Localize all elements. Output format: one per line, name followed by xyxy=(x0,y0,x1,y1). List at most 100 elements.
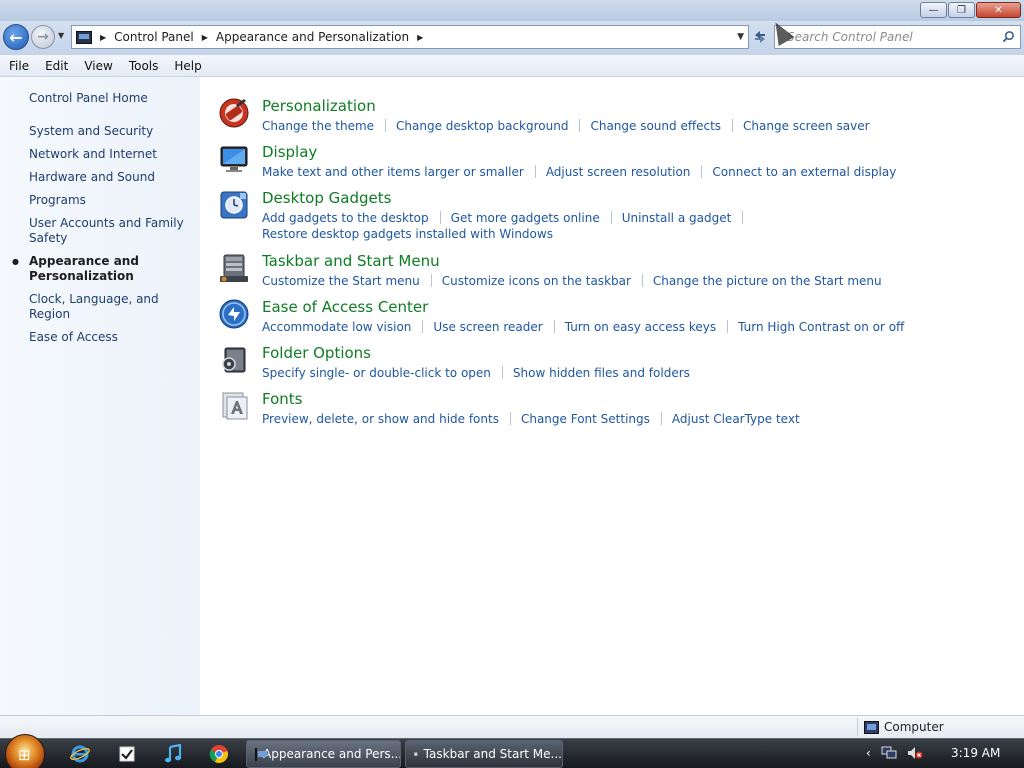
windows-logo-icon: ⊞ xyxy=(18,746,31,764)
task-link[interactable]: Uninstall a gadget xyxy=(622,211,732,225)
title-bar: — ❐ ✕ xyxy=(0,0,1024,21)
breadcrumb-arrow-icon[interactable]: ▶ xyxy=(202,33,208,42)
sidebar-item-clock-language[interactable]: Clock, Language, and Region xyxy=(29,292,194,322)
link-separator xyxy=(701,165,703,178)
task-link[interactable]: Change desktop background xyxy=(396,119,568,133)
fonts-icon[interactable] xyxy=(218,390,250,422)
tasks-pin[interactable] xyxy=(115,742,139,766)
internet-explorer-icon xyxy=(70,745,90,763)
category-list: System and Security Network and Internet… xyxy=(12,124,194,353)
task-link[interactable]: Change sound effects xyxy=(590,119,721,133)
menu-tools[interactable]: Tools xyxy=(120,59,166,73)
ease-of-access-icon[interactable] xyxy=(218,298,250,330)
menu-view[interactable]: View xyxy=(75,59,119,73)
back-arrow-icon: ← xyxy=(9,27,23,47)
minimize-button[interactable]: — xyxy=(920,2,947,18)
gadgets-icon[interactable] xyxy=(218,189,250,221)
address-row: ← → ▼ ▶ Control Panel ▶ Appearance and P… xyxy=(0,21,1024,55)
sidebar-item-ease-of-access[interactable]: Ease of Access xyxy=(29,330,194,345)
control-panel-icon xyxy=(255,747,267,761)
taskbar-task-taskbar-start[interactable]: Taskbar and Start Me... xyxy=(405,740,563,768)
task-link[interactable]: Change the picture on the Start menu xyxy=(653,274,882,288)
task-link[interactable]: Use screen reader xyxy=(433,320,542,334)
start-button[interactable]: ⊞ xyxy=(5,734,45,768)
category-links: Accommodate low vision Use screen reader T… xyxy=(262,319,962,335)
search-input[interactable] xyxy=(787,30,997,44)
link-separator xyxy=(742,211,744,224)
task-link[interactable]: Restore desktop gadgets installed with W… xyxy=(262,227,553,241)
back-button[interactable]: ← xyxy=(3,24,29,50)
sidebar-item-appearance[interactable]: Appearance and Personalization xyxy=(12,254,194,284)
link-separator xyxy=(660,412,662,425)
menu-help[interactable]: Help xyxy=(165,59,208,73)
sidebar-item-system-security[interactable]: System and Security xyxy=(29,124,194,139)
task-link[interactable]: Accommodate low vision xyxy=(262,320,411,334)
search-box[interactable] xyxy=(774,25,1021,49)
category-links: Preview, delete, or show and hide fonts C… xyxy=(262,411,962,427)
taskbar-icon[interactable] xyxy=(218,252,250,284)
category-title[interactable]: Display xyxy=(262,143,317,161)
menu-edit[interactable]: Edit xyxy=(36,59,75,73)
link-separator xyxy=(509,412,511,425)
task-link[interactable]: Make text and other items larger or smal… xyxy=(262,165,524,179)
category-title[interactable]: Personalization xyxy=(262,97,376,115)
personalization-icon[interactable] xyxy=(218,97,250,129)
task-link[interactable]: Change screen saver xyxy=(743,119,870,133)
clock[interactable]: 3:19 AM xyxy=(951,746,1000,760)
chrome-pin[interactable] xyxy=(207,742,231,766)
folder-options-icon[interactable] xyxy=(218,344,250,376)
sidebar-item-network-internet[interactable]: Network and Internet xyxy=(29,147,194,162)
music-player-pin[interactable] xyxy=(161,742,185,766)
link-separator xyxy=(641,274,643,287)
category-title[interactable]: Ease of Access Center xyxy=(262,298,428,316)
category-title[interactable]: Fonts xyxy=(262,390,302,408)
address-bar[interactable]: ▶ Control Panel ▶ Appearance and Persona… xyxy=(71,25,749,49)
task-link[interactable]: Connect to an external display xyxy=(712,165,896,179)
task-link[interactable]: Change the theme xyxy=(262,119,374,133)
breadcrumb-arrow-icon[interactable]: ▶ xyxy=(417,33,423,42)
breadcrumb-control-panel[interactable]: Control Panel xyxy=(114,30,194,44)
task-link[interactable]: Adjust screen resolution xyxy=(546,165,691,179)
link-separator xyxy=(727,320,729,333)
task-link[interactable]: Specify single- or double-click to open xyxy=(262,366,491,380)
task-link[interactable]: Show hidden files and folders xyxy=(513,366,690,380)
network-icon[interactable] xyxy=(881,746,897,760)
task-link[interactable]: Get more gadgets online xyxy=(451,211,600,225)
link-separator xyxy=(732,119,734,132)
sidebar-item-programs[interactable]: Programs xyxy=(29,193,194,208)
category-title[interactable]: Folder Options xyxy=(262,344,371,362)
breadcrumb-arrow-icon[interactable]: ▶ xyxy=(100,33,106,42)
menu-file[interactable]: File xyxy=(0,59,36,73)
category-title[interactable]: Taskbar and Start Menu xyxy=(262,252,440,270)
volume-muted-icon[interactable] xyxy=(907,746,923,760)
task-link[interactable]: Adjust ClearType text xyxy=(672,412,800,426)
category-title[interactable]: Desktop Gadgets xyxy=(262,189,391,207)
sidebar-item-user-accounts[interactable]: User Accounts and Family Safety xyxy=(29,216,194,246)
category-links: Make text and other items larger or smal… xyxy=(262,164,962,180)
sidebar-item-hardware-sound[interactable]: Hardware and Sound xyxy=(29,170,194,185)
taskbar-task-appearance[interactable]: Appearance and Pers... xyxy=(246,740,401,768)
task-link[interactable]: Customize icons on the taskbar xyxy=(442,274,631,288)
display-icon[interactable] xyxy=(218,143,250,175)
link-separator xyxy=(534,165,536,178)
category-links: Add gadgets to the desktop Get more gadge… xyxy=(262,210,962,242)
show-hidden-icons-icon[interactable]: ‹ xyxy=(866,746,871,760)
forward-button[interactable]: → xyxy=(31,25,55,49)
task-link[interactable]: Change Font Settings xyxy=(521,412,650,426)
task-link[interactable]: Turn on easy access keys xyxy=(565,320,716,334)
maximize-button[interactable]: ❐ xyxy=(948,2,975,18)
link-separator xyxy=(610,211,612,224)
search-icon[interactable] xyxy=(1002,30,1015,43)
link-separator xyxy=(579,119,581,132)
breadcrumb-appearance[interactable]: Appearance and Personalization xyxy=(216,30,409,44)
task-link[interactable]: Turn High Contrast on or off xyxy=(738,320,904,334)
internet-explorer-pin[interactable] xyxy=(68,742,92,766)
address-history-dropdown[interactable]: ▼ xyxy=(737,32,744,42)
control-panel-home-link[interactable]: Control Panel Home xyxy=(29,91,148,105)
refresh-button[interactable] xyxy=(752,29,770,47)
close-button[interactable]: ✕ xyxy=(976,2,1021,18)
task-link[interactable]: Preview, delete, or show and hide fonts xyxy=(262,412,499,426)
task-link[interactable]: Add gadgets to the desktop xyxy=(262,211,429,225)
recent-pages-dropdown[interactable]: ▼ xyxy=(58,31,67,40)
task-link[interactable]: Customize the Start menu xyxy=(262,274,420,288)
